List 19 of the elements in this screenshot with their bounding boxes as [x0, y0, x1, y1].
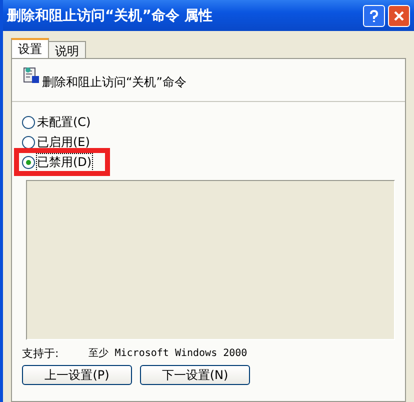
nav-button[interactable]: 下一设置(N) — [140, 365, 250, 385]
tab[interactable]: 说明 — [48, 41, 86, 58]
radio-option[interactable]: 已启用(E) — [20, 134, 94, 150]
radio-icon — [22, 156, 35, 168]
radio-option[interactable]: 已禁用(D) — [20, 154, 104, 170]
policy-icon — [22, 67, 40, 85]
supported-value: 至少 Microsoft Windows 2000 — [88, 346, 248, 361]
tab[interactable]: 设置 — [11, 38, 49, 58]
radio-icon — [22, 136, 35, 148]
supported-label: 支持于: — [22, 346, 59, 361]
help-button[interactable] — [363, 4, 385, 26]
nav-button[interactable]: 上一设置(P) — [22, 365, 132, 385]
window-title: 删除和阻止访问“关机”命令 属性 — [7, 6, 212, 24]
setting-name: 删除和阻止访问“关机”命令 — [42, 74, 186, 91]
close-button[interactable] — [388, 4, 410, 26]
close-icon — [393, 10, 405, 22]
radio-icon — [22, 116, 35, 128]
help-icon — [367, 8, 381, 22]
radio-option[interactable]: 未配置(C) — [20, 114, 95, 130]
